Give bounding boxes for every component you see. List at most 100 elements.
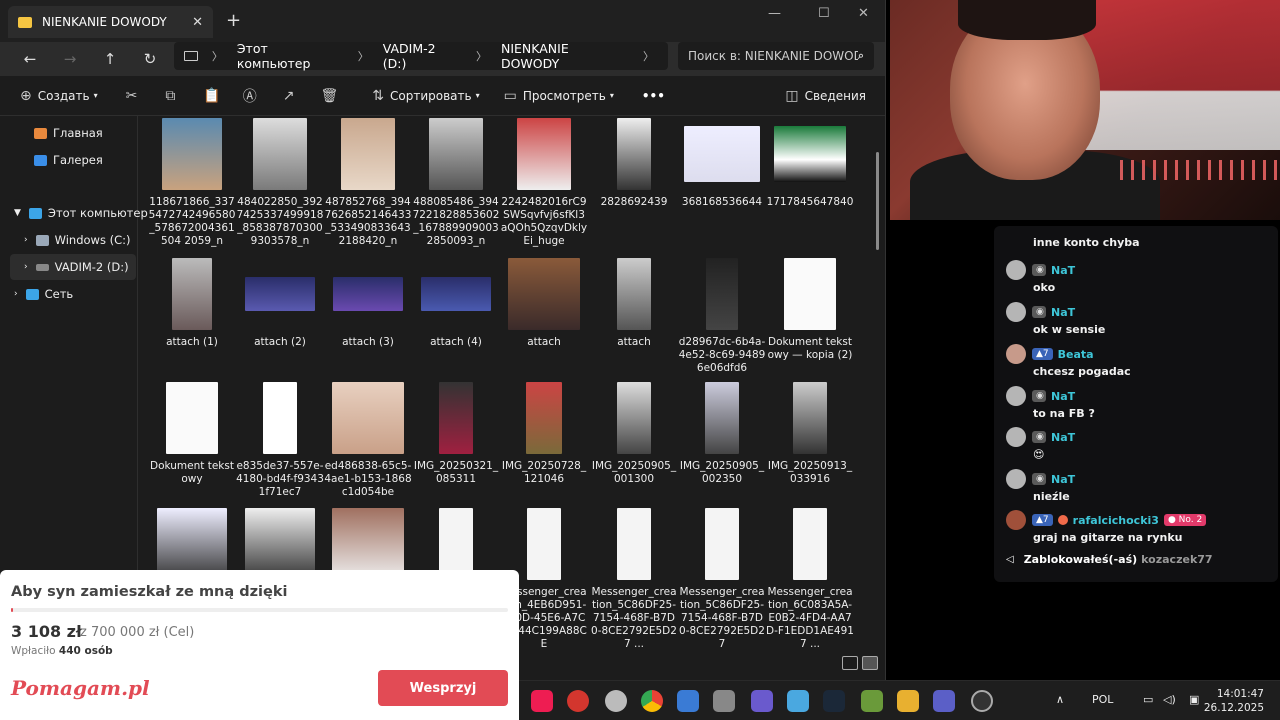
chat-username[interactable]: NaT <box>1051 264 1075 277</box>
file-item[interactable]: 487852768_3947626852146433_5334908336432… <box>324 118 412 248</box>
file-item[interactable]: 488085486_3947221828853602_1678899090032… <box>412 118 500 248</box>
sort-button[interactable]: ⇅ Сортировать ▾ <box>372 88 479 104</box>
search-placeholder: Поиск в: NIENKANIE DOWODY <box>688 49 858 63</box>
sidebar-item-this-pc[interactable]: ▼ Этот компьютер <box>14 200 148 226</box>
up-button[interactable]: ↑ <box>90 50 130 68</box>
close-tab-icon[interactable]: ✕ <box>192 15 203 30</box>
file-item[interactable]: IMG_20250913_033916 <box>766 382 854 486</box>
file-item[interactable]: IMG_20250728_121046 <box>500 382 588 486</box>
app-icon-grey[interactable] <box>605 690 627 712</box>
battery-icon[interactable]: ▣ <box>1189 693 1199 706</box>
sidebar-item-home[interactable]: Главная <box>34 120 103 146</box>
app-icon-star[interactable] <box>677 690 699 712</box>
chat-username[interactable]: Beata <box>1058 348 1094 361</box>
steam-icon[interactable] <box>823 690 845 712</box>
obs-icon[interactable] <box>971 690 993 712</box>
view-button[interactable]: ▭ Просмотреть ▾ <box>504 88 614 104</box>
file-item[interactable]: attach (2) <box>236 258 324 349</box>
minimize-button[interactable]: — <box>768 6 781 21</box>
details-button[interactable]: ◫ Сведения <box>785 88 866 104</box>
volume-icon[interactable]: ◁) <box>1163 693 1176 706</box>
sidebar-item-gallery[interactable]: Галерея <box>34 147 103 173</box>
photos-icon[interactable] <box>787 690 809 712</box>
network-tray-icon[interactable]: ▭ <box>1143 693 1153 706</box>
paste-icon[interactable]: 📋 <box>203 88 220 104</box>
file-item[interactable]: attach (1) <box>148 258 236 349</box>
teams-icon[interactable] <box>933 690 955 712</box>
minecraft-icon[interactable] <box>861 690 883 712</box>
file-item[interactable]: attach <box>500 258 588 349</box>
breadcrumb-folder[interactable]: NIENKANIE DOWODY <box>501 41 629 71</box>
new-tab-button[interactable]: + <box>226 10 241 31</box>
breadcrumb-this-pc[interactable]: Этот компьютер <box>237 41 344 71</box>
sidebar-item-network[interactable]: › Сеть <box>14 281 73 307</box>
sidebar-item-vadim-d[interactable]: › VADIM-2 (D:) <box>10 254 136 280</box>
vertical-scrollbar[interactable] <box>876 152 879 250</box>
file-item[interactable]: IMG_20250905_002350 <box>678 382 766 486</box>
app-icon-red[interactable] <box>567 690 589 712</box>
large-icons-view-button[interactable] <box>862 656 878 670</box>
media-player-icon[interactable] <box>897 690 919 712</box>
file-item[interactable]: Messenger_creation_6C083A5A-E0B2-4FD4-AA… <box>766 508 854 651</box>
share-icon[interactable]: ↗ <box>283 88 295 104</box>
file-item[interactable]: e835de37-557e-4180-bd4f-f93431f71ec7 <box>236 382 324 499</box>
file-thumbnail <box>429 118 483 190</box>
file-item[interactable]: ed486838-65c5-4ae1-b153-1868c1d054be <box>324 382 412 499</box>
file-item[interactable]: attach <box>590 258 678 349</box>
file-item[interactable]: Messenger_creation_5C86DF25-7154-468F-B7… <box>590 508 678 651</box>
file-item[interactable]: 484022850_3927425337499918_8583878703009… <box>236 118 324 248</box>
explorer-tab[interactable]: NIENKANIE DOWODY ✕ <box>8 6 213 38</box>
file-item[interactable]: IMG_20250321_085311 <box>412 382 500 486</box>
file-item[interactable]: 2242482016rC9SWSqvfvj6sfKl3aQOh5QzqvDkly… <box>500 118 588 248</box>
rename-icon[interactable]: Ⓐ <box>243 86 257 106</box>
chat-overlay: inne konto chyba ◉ NaT oko ◉ NaT ok w sens… <box>994 226 1278 582</box>
file-item[interactable]: Dokument tekstowy — kopia (2) <box>766 258 854 362</box>
delete-icon[interactable]: 🗑 <box>320 88 338 104</box>
forward-button[interactable]: → <box>50 50 90 68</box>
more-options-button[interactable]: ••• <box>642 89 665 103</box>
file-name: attach (3) <box>342 336 394 348</box>
create-label: Создать <box>37 88 90 103</box>
chat-username[interactable]: NaT <box>1051 306 1075 319</box>
chat-username[interactable]: rafalcichocki3 <box>1073 514 1159 527</box>
chat-message-text: 😍 <box>1033 448 1045 461</box>
tray-chevron-up-icon[interactable]: ∧ <box>1056 693 1064 706</box>
tiktok-icon[interactable] <box>531 690 553 712</box>
language-indicator[interactable]: POL <box>1092 693 1113 706</box>
file-item[interactable]: attach (3) <box>324 258 412 349</box>
file-item[interactable]: 368168536644 <box>678 118 766 209</box>
file-item[interactable]: IMG_20250905_001300 <box>590 382 678 486</box>
back-button[interactable]: ← <box>10 50 50 68</box>
chrome-icon[interactable] <box>641 690 663 712</box>
clock[interactable]: 14:01:47 26.12.2025 <box>1204 687 1264 715</box>
file-item[interactable]: Messenger_creation_5C86DF25-7154-468F-B7… <box>678 508 766 651</box>
close-window-button[interactable]: ✕ <box>858 6 869 21</box>
cut-icon[interactable]: ✂ <box>126 88 138 104</box>
file-name: Messenger_creation_5C86DF25-7154-468F-B7… <box>591 586 677 650</box>
details-view-button[interactable] <box>842 656 858 670</box>
file-item[interactable]: Dokument tekstowy <box>148 382 236 486</box>
file-item[interactable]: 118671866_3375472742496580_5786720043615… <box>148 118 236 248</box>
app-icon-colorful[interactable] <box>751 690 773 712</box>
app-icon-box[interactable] <box>713 690 735 712</box>
blocked-username[interactable]: kozaczek77 <box>1141 553 1212 566</box>
file-item[interactable]: 1717845647840 <box>766 118 854 209</box>
breadcrumb[interactable]: 〉 Этот компьютер 〉 VADIM-2 (D:) 〉 NIENKA… <box>174 41 668 71</box>
copy-icon[interactable]: ⧉ <box>165 88 175 104</box>
home-icon <box>34 127 47 139</box>
sidebar-item-windows-c[interactable]: › Windows (C:) <box>24 227 130 253</box>
file-item[interactable]: attach (4) <box>412 258 500 349</box>
chat-username[interactable]: NaT <box>1051 473 1075 486</box>
chat-username[interactable]: NaT <box>1051 390 1075 403</box>
file-item[interactable]: 2828692439 <box>590 118 678 209</box>
breadcrumb-drive[interactable]: VADIM-2 (D:) <box>383 41 462 71</box>
maximize-button[interactable]: ☐ <box>818 6 830 21</box>
refresh-button[interactable]: ↻ <box>130 50 170 68</box>
search-input[interactable]: Поиск в: NIENKANIE DOWODY ⌕ <box>678 42 874 70</box>
blocked-notice: ◁ Zablokowałeś(-aś) kozaczek77 <box>1006 553 1213 566</box>
create-button[interactable]: ⊕ Создать ▾ <box>20 88 98 104</box>
file-item[interactable]: d28967dc-6b4a-4e52-8c69-94896e06dfd6 <box>678 258 766 375</box>
support-button[interactable]: Wesprzyj <box>378 670 508 706</box>
file-thumbnail <box>166 382 218 454</box>
chat-username[interactable]: NaT <box>1051 431 1075 444</box>
